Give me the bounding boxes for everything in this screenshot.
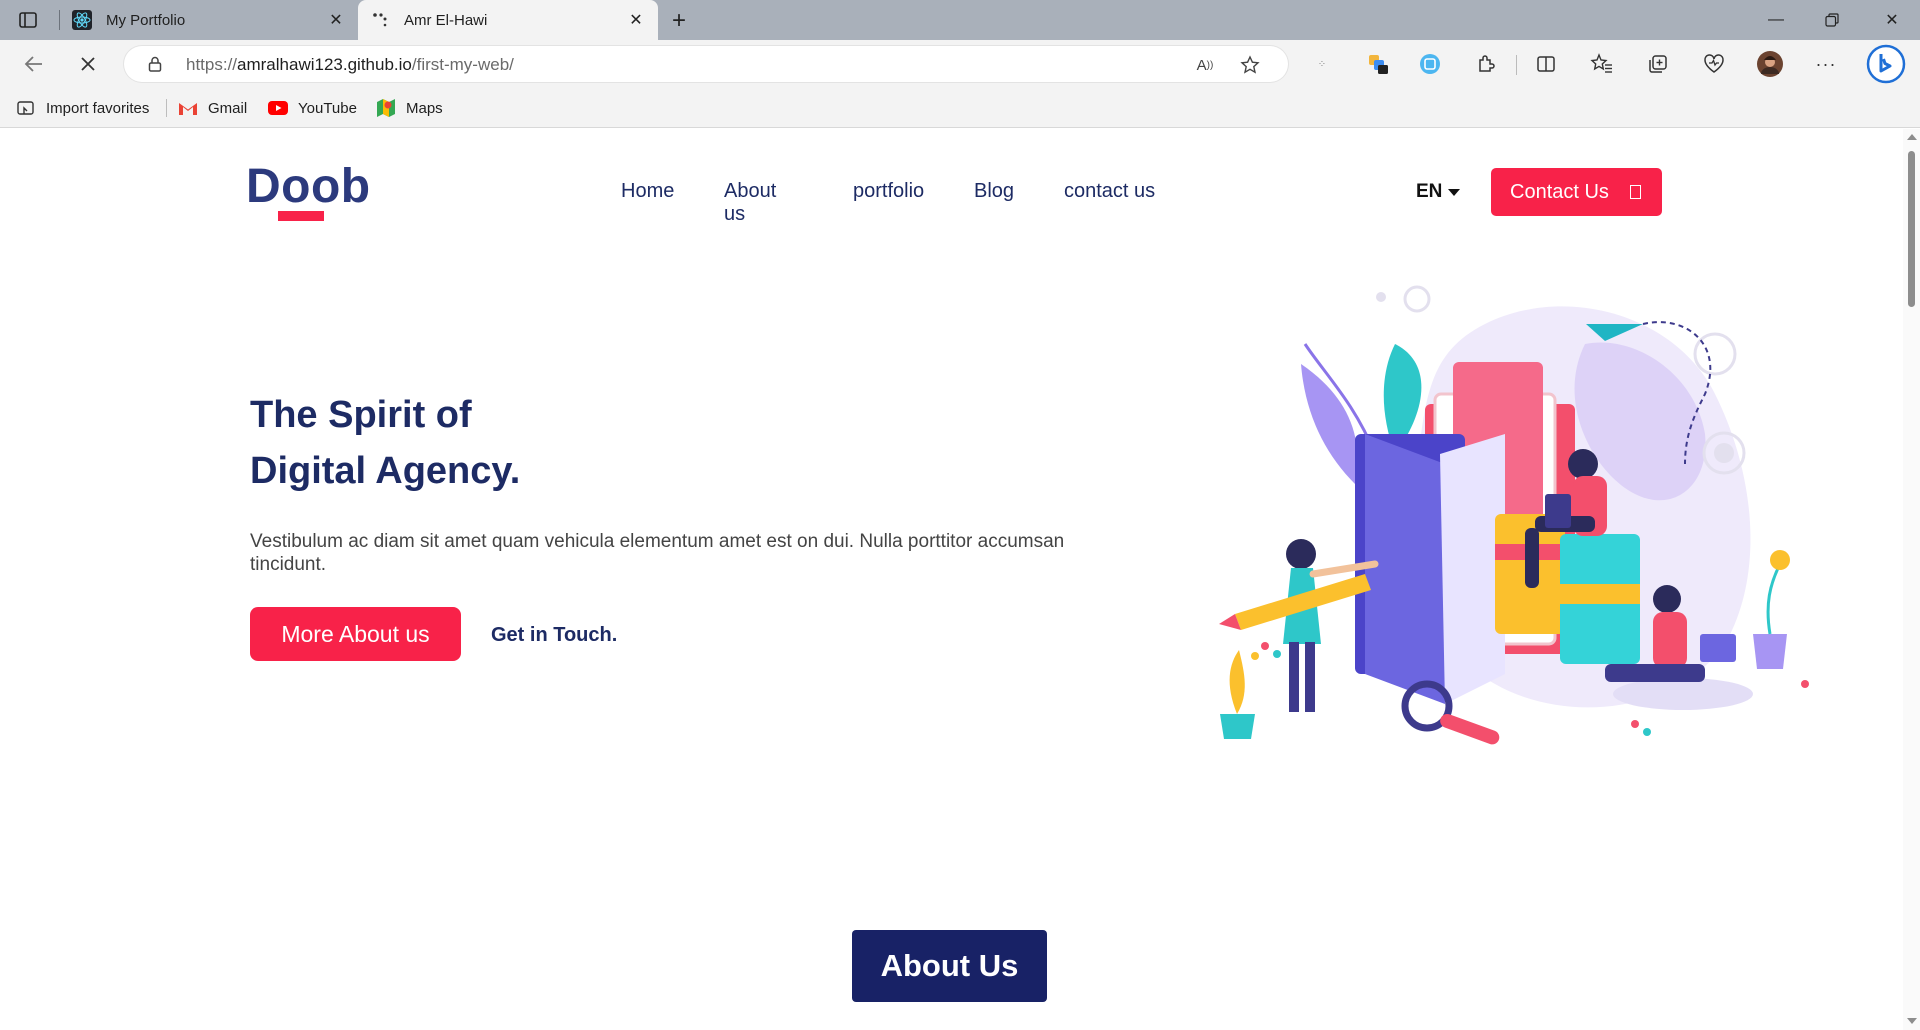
- close-tab-icon[interactable]: ✕: [324, 8, 348, 32]
- extension-icon-2[interactable]: [1416, 50, 1444, 78]
- stop-loading-icon[interactable]: [74, 50, 102, 78]
- bookmark-separator: [166, 99, 167, 117]
- maps-icon: [376, 99, 396, 117]
- tab-amr-el-hawi[interactable]: Amr El-Hawi ✕: [358, 0, 658, 40]
- hero-title-line1: The Spirit of: [250, 394, 472, 436]
- loading-icon: [370, 10, 390, 30]
- hero-title-line2: Digital Agency.: [250, 450, 521, 492]
- read-aloud-icon[interactable]: A)): [1193, 53, 1217, 77]
- bing-copilot-icon[interactable]: [1866, 44, 1906, 84]
- loading-dots-icon: ⁘: [1317, 58, 1327, 70]
- new-tab-icon[interactable]: +: [666, 7, 692, 34]
- bookmark-import-favorites[interactable]: Import favorites: [16, 98, 149, 118]
- gmail-icon: [178, 99, 198, 117]
- box-icon: [1630, 185, 1641, 199]
- import-icon: [16, 99, 36, 117]
- react-icon: [72, 10, 92, 30]
- language-label: EN: [1416, 181, 1443, 202]
- close-tab-icon[interactable]: ✕: [624, 8, 648, 32]
- nav-contact-us[interactable]: contact us: [1064, 180, 1155, 203]
- tab-title: My Portfolio: [106, 11, 186, 29]
- nav-home[interactable]: Home: [621, 180, 674, 203]
- bookmark-label: Import favorites: [46, 99, 150, 117]
- favorites-icon[interactable]: [1588, 50, 1616, 78]
- page-scrollbar[interactable]: [1903, 129, 1920, 1030]
- bookmark-label: YouTube: [298, 99, 357, 117]
- contact-us-label: Contact Us: [1510, 180, 1609, 203]
- browser-toolbar: https://amralhawi123.github.io/first-my-…: [0, 40, 1920, 88]
- bookmark-maps[interactable]: Maps: [376, 98, 443, 118]
- tab-title: Amr El-Hawi: [404, 11, 488, 29]
- scroll-up-icon[interactable]: [1907, 134, 1917, 140]
- scrollbar-thumb[interactable]: [1908, 151, 1915, 307]
- tab-my-portfolio[interactable]: My Portfolio ✕: [60, 0, 358, 40]
- youtube-icon: [268, 99, 288, 117]
- collections-icon[interactable]: [1644, 50, 1672, 78]
- hero-description: Vestibulum ac diam sit amet quam vehicul…: [250, 531, 1065, 575]
- split-screen-icon[interactable]: [1532, 50, 1560, 78]
- page-viewport: Doob Home About us portfolio Blog contac…: [0, 129, 1903, 1030]
- back-icon[interactable]: [20, 50, 48, 78]
- extension-icon-1[interactable]: [1364, 50, 1392, 78]
- site-logo[interactable]: Doob: [246, 159, 371, 214]
- extensions-puzzle-icon[interactable]: [1472, 50, 1500, 78]
- favorite-star-icon[interactable]: [1238, 53, 1262, 77]
- toolbar-separator: [1516, 55, 1517, 75]
- tab-bar: My Portfolio ✕ Amr El-Hawi ✕ + — ✕: [0, 0, 1920, 40]
- nav-portfolio[interactable]: portfolio: [853, 180, 924, 203]
- about-us-section-button[interactable]: About Us: [852, 930, 1047, 1002]
- bookmark-label: Maps: [406, 99, 443, 117]
- url-text[interactable]: https://amralhawi123.github.io/first-my-…: [186, 55, 514, 75]
- bookmark-label: Gmail: [208, 99, 248, 117]
- browser-essentials-icon[interactable]: [1700, 50, 1728, 78]
- minimize-icon[interactable]: —: [1748, 0, 1804, 40]
- restore-icon[interactable]: [1804, 0, 1860, 40]
- close-window-icon[interactable]: ✕: [1864, 0, 1920, 40]
- nav-blog[interactable]: Blog: [974, 180, 1014, 203]
- address-bar[interactable]: https://amralhawi123.github.io/first-my-…: [124, 46, 1288, 82]
- bookmark-gmail[interactable]: Gmail: [178, 98, 247, 118]
- more-about-us-button[interactable]: More About us: [250, 607, 461, 661]
- hero-title: The Spirit of Digital Agency.: [250, 387, 850, 499]
- get-in-touch-link[interactable]: Get in Touch.: [491, 624, 617, 647]
- lock-icon[interactable]: [146, 55, 164, 73]
- logo-underline: [278, 211, 324, 221]
- profile-avatar[interactable]: [1756, 50, 1784, 78]
- tab-actions-icon[interactable]: [18, 10, 38, 30]
- bookmark-youtube[interactable]: YouTube: [268, 98, 357, 118]
- contact-us-button[interactable]: Contact Us: [1491, 168, 1662, 216]
- language-selector[interactable]: EN: [1416, 181, 1461, 203]
- caret-down-icon: [1448, 188, 1461, 196]
- hero-illustration: [1219, 285, 1809, 745]
- scroll-down-icon[interactable]: [1907, 1018, 1917, 1024]
- nav-about-us[interactable]: About us: [724, 180, 776, 226]
- bookmarks-bar: Import favorites Gmail YouTube Maps: [0, 88, 1920, 128]
- more-options-icon[interactable]: ···: [1812, 50, 1840, 78]
